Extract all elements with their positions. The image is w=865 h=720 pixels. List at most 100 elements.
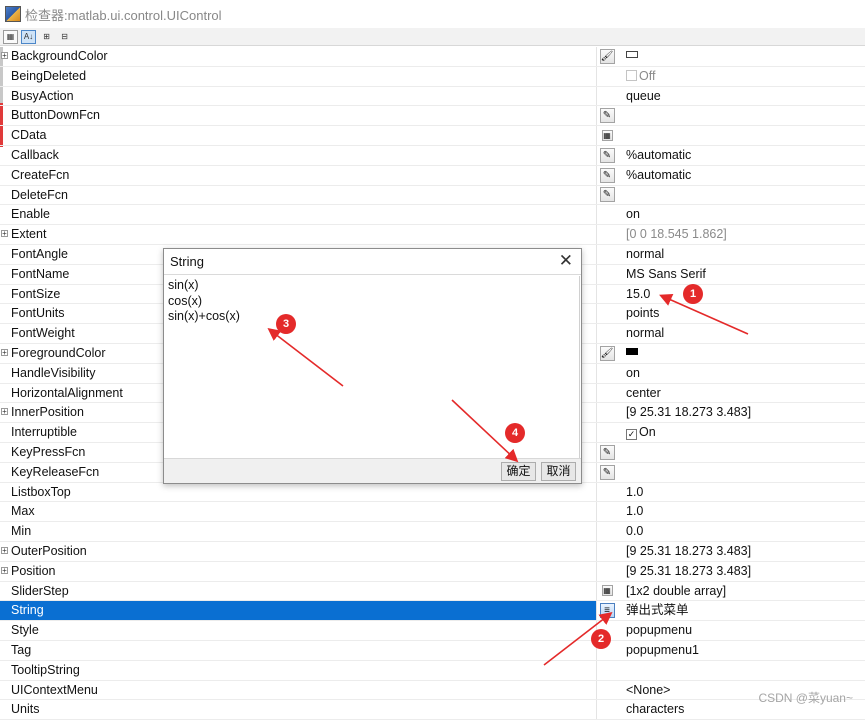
unchecked-checkbox[interactable] [626, 69, 637, 81]
property-value[interactable]: <None> [626, 681, 670, 700]
paint-bucket-icon[interactable]: 🖌 [599, 48, 615, 64]
property-row[interactable]: + Extent [0 0 18.545 1.862] [0, 225, 865, 245]
property-value[interactable]: 1.0 [626, 483, 643, 502]
property-value[interactable] [626, 344, 638, 363]
close-icon[interactable]: ✕ [559, 251, 573, 271]
property-value[interactable]: popupmenu1 [626, 641, 699, 660]
property-value[interactable]: %automatic [626, 146, 691, 165]
property-value[interactable]: 1.0 [626, 502, 643, 521]
edit-pencil-icon[interactable]: ✎ [599, 167, 615, 183]
property-row[interactable]: + OuterPosition [9 25.31 18.273 3.483] [0, 541, 865, 562]
expand-icon[interactable]: + [1, 348, 8, 356]
property-name[interactable]: + OuterPosition [0, 541, 597, 561]
property-value[interactable]: ✓ On [626, 423, 656, 442]
ok-button[interactable]: 确定 [501, 462, 536, 481]
edit-pencil-icon[interactable]: ✎ [599, 187, 615, 203]
property-name[interactable]: DeleteFcn [0, 185, 597, 205]
property-name[interactable]: Callback [0, 145, 597, 165]
property-value[interactable]: [9 25.31 18.273 3.483] [626, 562, 751, 581]
property-name[interactable]: UIContextMenu [0, 680, 597, 700]
property-row[interactable]: DeleteFcn ✎ [0, 185, 865, 206]
property-value[interactable]: 15.0 [626, 285, 650, 304]
expand-all-icon[interactable]: ⊞ [39, 30, 54, 44]
property-row[interactable]: Units characters [0, 700, 865, 720]
property-row[interactable]: + Position [9 25.31 18.273 3.483] [0, 561, 865, 582]
property-value[interactable]: [1x2 double array] [626, 582, 726, 601]
property-name[interactable]: SliderStep [0, 581, 597, 601]
expand-icon[interactable]: + [1, 566, 8, 574]
property-value[interactable]: Off [626, 67, 655, 86]
property-row[interactable]: TooltipString [0, 660, 865, 681]
expand-icon[interactable]: + [1, 546, 8, 554]
property-name[interactable]: ButtonDownFcn [0, 106, 597, 126]
property-value[interactable]: popupmenu [626, 621, 692, 640]
property-value[interactable]: on [626, 364, 640, 383]
property-name[interactable]: CreateFcn [0, 165, 597, 185]
property-name[interactable]: Style [0, 621, 597, 640]
property-value[interactable]: on [626, 205, 640, 224]
edit-pencil-icon[interactable]: ✎ [599, 147, 615, 163]
edit-pencil-icon[interactable]: ✎ [599, 108, 615, 124]
property-value[interactable]: characters [626, 700, 684, 719]
property-value[interactable]: normal [626, 245, 664, 264]
property-row[interactable]: CreateFcn ✎ %automatic [0, 165, 865, 186]
property-row[interactable]: Callback ✎ %automatic [0, 145, 865, 166]
property-row[interactable]: UIContextMenu <None> [0, 680, 865, 701]
property-row[interactable]: BeingDeleted Off [0, 66, 865, 87]
collapse-all-icon[interactable]: ⊟ [57, 30, 72, 44]
color-swatch[interactable] [626, 51, 638, 58]
property-row[interactable]: SliderStep ▦ [1x2 double array] [0, 581, 865, 602]
property-value[interactable]: [9 25.31 18.273 3.483] [626, 403, 751, 422]
property-name[interactable]: + Extent [0, 225, 597, 244]
property-name[interactable]: TooltipString [0, 660, 597, 680]
property-row[interactable]: BusyAction queue [0, 86, 865, 107]
property-value[interactable]: points [626, 304, 659, 323]
property-name[interactable]: BeingDeleted [0, 66, 597, 86]
property-value[interactable]: [0 0 18.545 1.862] [626, 225, 727, 244]
checked-checkbox[interactable]: ✓ [626, 429, 637, 441]
property-value[interactable]: 0.0 [626, 522, 643, 541]
property-row[interactable]: Min 0.0 [0, 522, 865, 542]
property-row[interactable]: + BackgroundColor 🖌 [0, 47, 865, 67]
property-row[interactable]: Tag popupmenu1 [0, 640, 865, 661]
property-row[interactable]: Style popupmenu [0, 621, 865, 641]
array-editor-icon[interactable]: ▦ [601, 130, 613, 142]
property-value[interactable]: [9 25.31 18.273 3.483] [626, 542, 751, 561]
sort-alpha-icon[interactable]: A↓ [21, 29, 36, 44]
expand-icon[interactable]: + [1, 408, 8, 416]
property-row[interactable]: String ≡ 弹出式菜单 [0, 601, 865, 622]
property-value[interactable]: queue [626, 87, 661, 106]
property-value[interactable] [626, 47, 638, 66]
property-value[interactable]: MS Sans Serif [626, 265, 706, 284]
property-row[interactable]: Max 1.0 [0, 502, 865, 523]
property-name[interactable]: CData [0, 126, 597, 145]
expand-icon[interactable]: + [1, 52, 8, 60]
edit-pencil-icon[interactable]: ✎ [599, 444, 615, 460]
property-name[interactable]: Min [0, 522, 597, 541]
property-row[interactable]: ButtonDownFcn ✎ [0, 106, 865, 127]
property-row[interactable]: ListboxTop 1.0 [0, 482, 865, 503]
property-name[interactable]: ListboxTop [0, 482, 597, 502]
property-name[interactable]: Max [0, 502, 597, 522]
paint-bucket-icon[interactable]: 🖌 [599, 345, 615, 361]
property-row[interactable]: CData ▦ [0, 126, 865, 146]
array-editor-icon[interactable]: ▦ [601, 585, 613, 597]
property-name[interactable]: BusyAction [0, 86, 597, 106]
property-name[interactable]: Enable [0, 205, 597, 225]
cancel-button[interactable]: 取消 [541, 462, 576, 481]
edit-pencil-icon[interactable]: ✎ [599, 464, 615, 480]
categorize-icon[interactable]: ▦ [3, 29, 18, 44]
property-name[interactable]: + BackgroundColor [0, 47, 597, 66]
property-value[interactable]: %automatic [626, 166, 691, 185]
string-list-icon[interactable]: ≡ [599, 603, 615, 619]
property-name[interactable]: + Position [0, 561, 597, 581]
property-name[interactable]: Units [0, 700, 597, 720]
property-name[interactable]: String [0, 601, 597, 621]
property-value[interactable]: 弹出式菜单 [626, 601, 689, 620]
color-swatch[interactable] [626, 347, 638, 355]
expand-icon[interactable]: + [1, 230, 8, 238]
property-value[interactable]: center [626, 384, 661, 403]
property-name[interactable]: Tag [0, 640, 597, 660]
property-row[interactable]: Enable on [0, 205, 865, 226]
property-value[interactable]: normal [626, 324, 664, 343]
